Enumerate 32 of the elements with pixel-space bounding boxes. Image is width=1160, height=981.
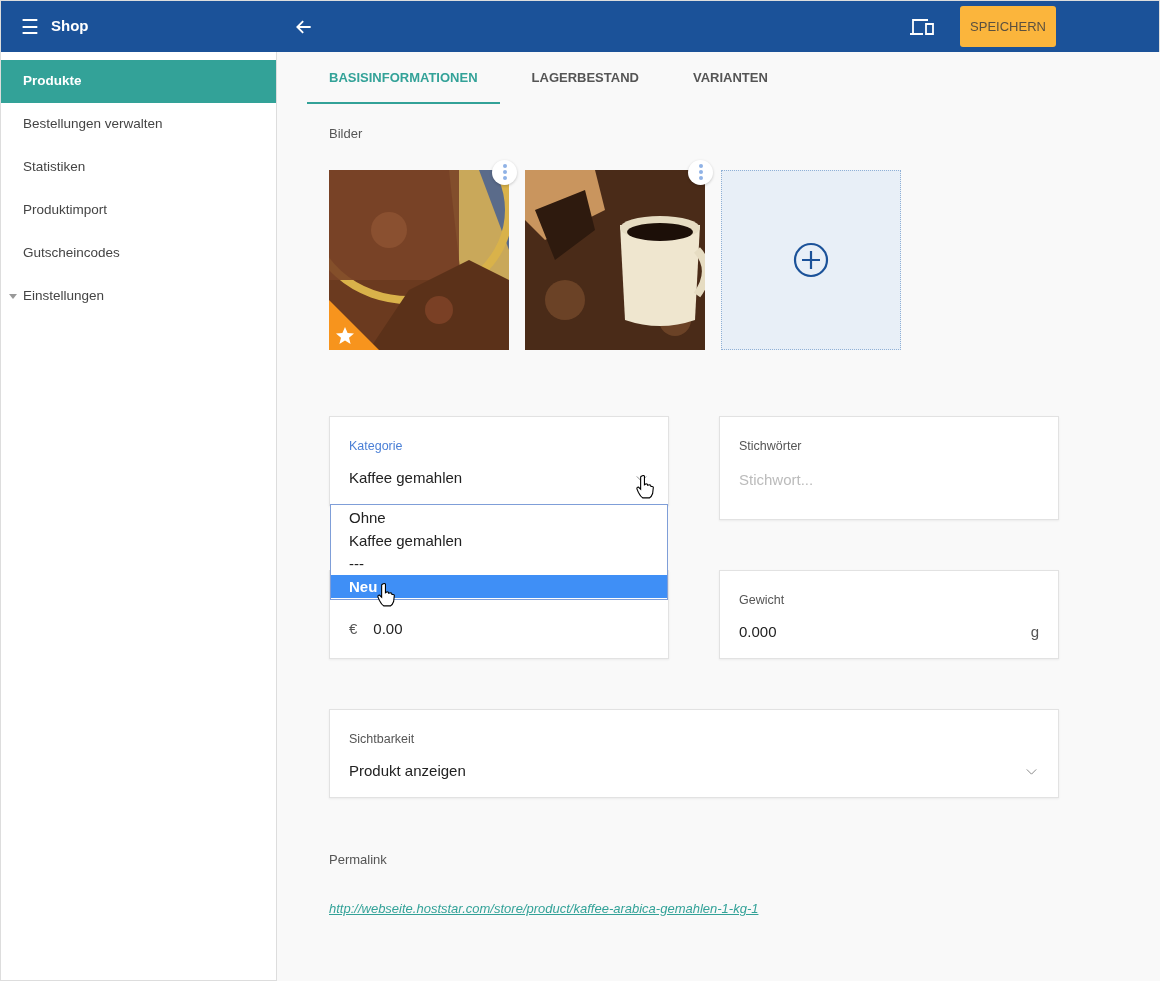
field-label: Kategorie — [349, 437, 404, 455]
save-button[interactable]: SPEICHERN — [960, 6, 1056, 47]
field-label: Stichwörter — [739, 437, 803, 455]
sidebar-item[interactable]: Statistiken — [1, 146, 276, 189]
sidebar-item[interactable]: Produktimport — [1, 189, 276, 232]
field-value: 0.00 — [373, 618, 403, 639]
menu-button[interactable]: ☰ — [21, 16, 39, 37]
more-options-button[interactable] — [492, 159, 517, 185]
sidebar-item[interactable]: Gutscheincodes — [1, 232, 276, 275]
dropdown-option[interactable]: --- — [331, 551, 667, 575]
devices-icon[interactable] — [909, 16, 935, 37]
field-label: Gewicht — [739, 591, 786, 609]
field-value: 0.000 — [739, 622, 778, 643]
app-title: Shop — [51, 16, 89, 37]
tab[interactable]: LAGERBESTAND — [509, 52, 661, 104]
pointer-hand-icon — [636, 474, 654, 499]
tab[interactable]: VARIANTEN — [670, 52, 790, 104]
field-label: Sichtbarkeit — [349, 730, 416, 748]
add-circle-icon — [793, 241, 829, 278]
dropdown-option[interactable]: Ohne — [331, 505, 667, 529]
section-label: Bilder — [329, 125, 364, 143]
section-label: Permalink — [329, 850, 388, 869]
sidebar-item[interactable]: Bestellungen verwalten — [1, 103, 276, 146]
field-value: Produkt anzeigen — [349, 761, 467, 782]
more-options-button[interactable] — [688, 159, 713, 185]
dropdown-option[interactable]: Kaffee gemahlen — [331, 528, 667, 552]
caret-icon — [9, 294, 17, 299]
currency-symbol: € — [349, 618, 358, 639]
field-value: Kaffee gemahlen — [349, 468, 464, 489]
keyword-input[interactable]: Stichwort... — [739, 469, 1039, 492]
unit-label: g — [1030, 622, 1039, 643]
sidebar-item[interactable]: Einstellungen — [1, 275, 276, 318]
